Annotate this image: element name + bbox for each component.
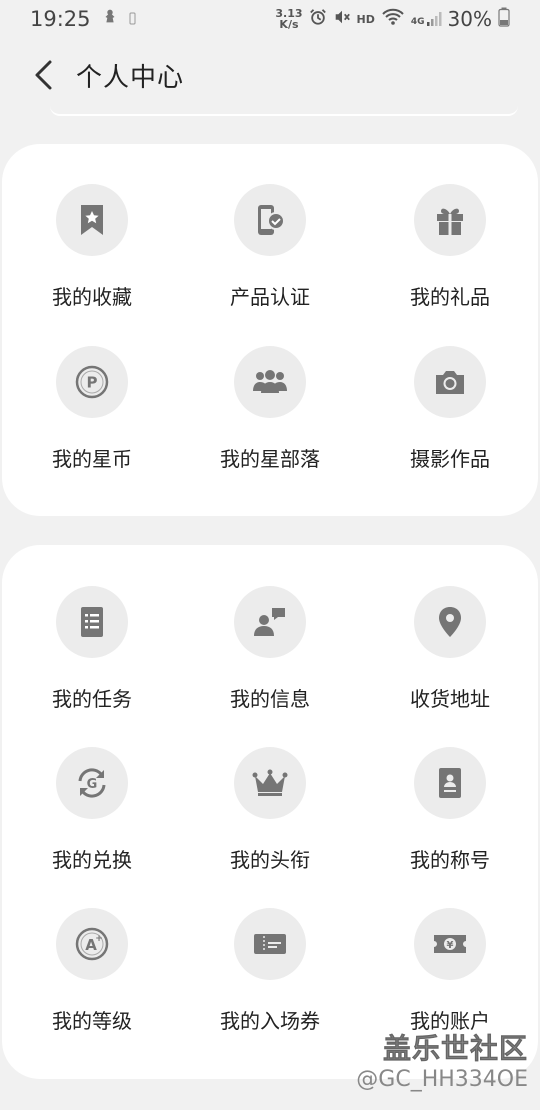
photography-works-button[interactable]: 摄影作品 [360,346,540,496]
user-message-icon [254,608,285,636]
notification-app-icon [101,7,119,31]
shipping-address-button[interactable]: 收货地址 [360,586,540,736]
wifi-icon [381,8,405,30]
group-icon [253,370,287,393]
my-messages-button[interactable]: 我的信息 [180,586,360,736]
coin-p-icon: P [75,365,109,399]
mute-icon [333,8,351,30]
wallet-yen-icon: ¥ [434,935,466,953]
my-designation-button[interactable]: 我的称号 [360,747,540,897]
my-exchange-button[interactable]: G 我的兑换 [2,747,182,897]
my-level-label: 我的等级 [52,1009,132,1033]
my-tasks-button[interactable]: 我的任务 [2,586,182,736]
app-bar: 个人中心 [0,44,540,106]
ticket-icon [254,934,286,954]
signal-icon: 4G [411,11,442,27]
product-verification-button[interactable]: 产品认证 [180,184,360,334]
my-titles-label: 我的头衔 [230,848,310,872]
my-tasks-label: 我的任务 [52,687,132,711]
my-titles-button[interactable]: 我的头衔 [180,747,360,897]
my-exchange-label: 我的兑换 [52,848,132,872]
back-button[interactable] [14,45,74,105]
my-tickets-button[interactable]: 我的入场券 [180,908,360,1058]
bookmark-star-icon [81,205,103,235]
level-a-plus-icon: A + [75,927,109,961]
my-star-coins-label: 我的星币 [52,447,132,471]
features-card-1: 我的收藏 产品认证 我的礼品 P 我的星币 我的星部落 摄影作品 [2,144,538,516]
shipping-address-label: 收货地址 [410,687,490,711]
watermark: 盖乐世社区 @GC_HH334OE [356,1027,528,1092]
exchange-g-icon: G [78,768,106,798]
watermark-user: @GC_HH334OE [356,1067,528,1092]
my-tickets-label: 我的入场券 [220,1009,320,1033]
my-gifts-button[interactable]: 我的礼品 [360,184,540,334]
svg-text:G: G [87,777,98,792]
my-gifts-label: 我的礼品 [410,285,490,309]
battery-icon [498,7,510,31]
phone-check-icon [258,205,285,235]
header-divider [50,106,518,116]
gift-icon [437,208,463,235]
crown-icon [252,769,288,796]
my-level-button[interactable]: A + 我的等级 [2,908,182,1058]
battery-percent: 30% [447,7,492,31]
hd-indicator: HD [356,12,375,26]
features-card-2: 我的任务 我的信息 收货地址 G 我的兑换 我的头衔 我的称号 A + 我的等级… [2,545,538,1079]
back-arrow-icon [35,60,52,90]
location-pin-icon [439,607,461,637]
svg-text:P: P [87,374,98,392]
status-bar: 19:25 3.13 K/s HD 4G 30% [0,0,540,38]
status-time: 19:25 [30,7,91,31]
notification-small-icon [129,7,137,31]
alarm-icon [309,8,327,30]
product-verification-label: 产品认证 [230,285,310,309]
my-star-tribe-button[interactable]: 我的星部落 [180,346,360,496]
camera-icon [436,371,464,394]
network-speed: 3.13 K/s [275,7,303,31]
page-title: 个人中心 [76,62,185,93]
my-designation-label: 我的称号 [410,848,490,872]
svg-text:¥: ¥ [447,940,454,951]
watermark-brand: 盖乐世社区 [382,1032,528,1066]
my-favorites-button[interactable]: 我的收藏 [2,184,182,334]
photography-works-label: 摄影作品 [410,447,490,471]
svg-text:+: + [95,934,103,944]
my-messages-label: 我的信息 [230,687,310,711]
badge-card-icon [439,768,461,798]
task-list-icon [81,607,103,637]
my-star-coins-button[interactable]: P 我的星币 [2,346,182,496]
my-favorites-label: 我的收藏 [52,285,132,309]
my-star-tribe-label: 我的星部落 [220,447,320,471]
